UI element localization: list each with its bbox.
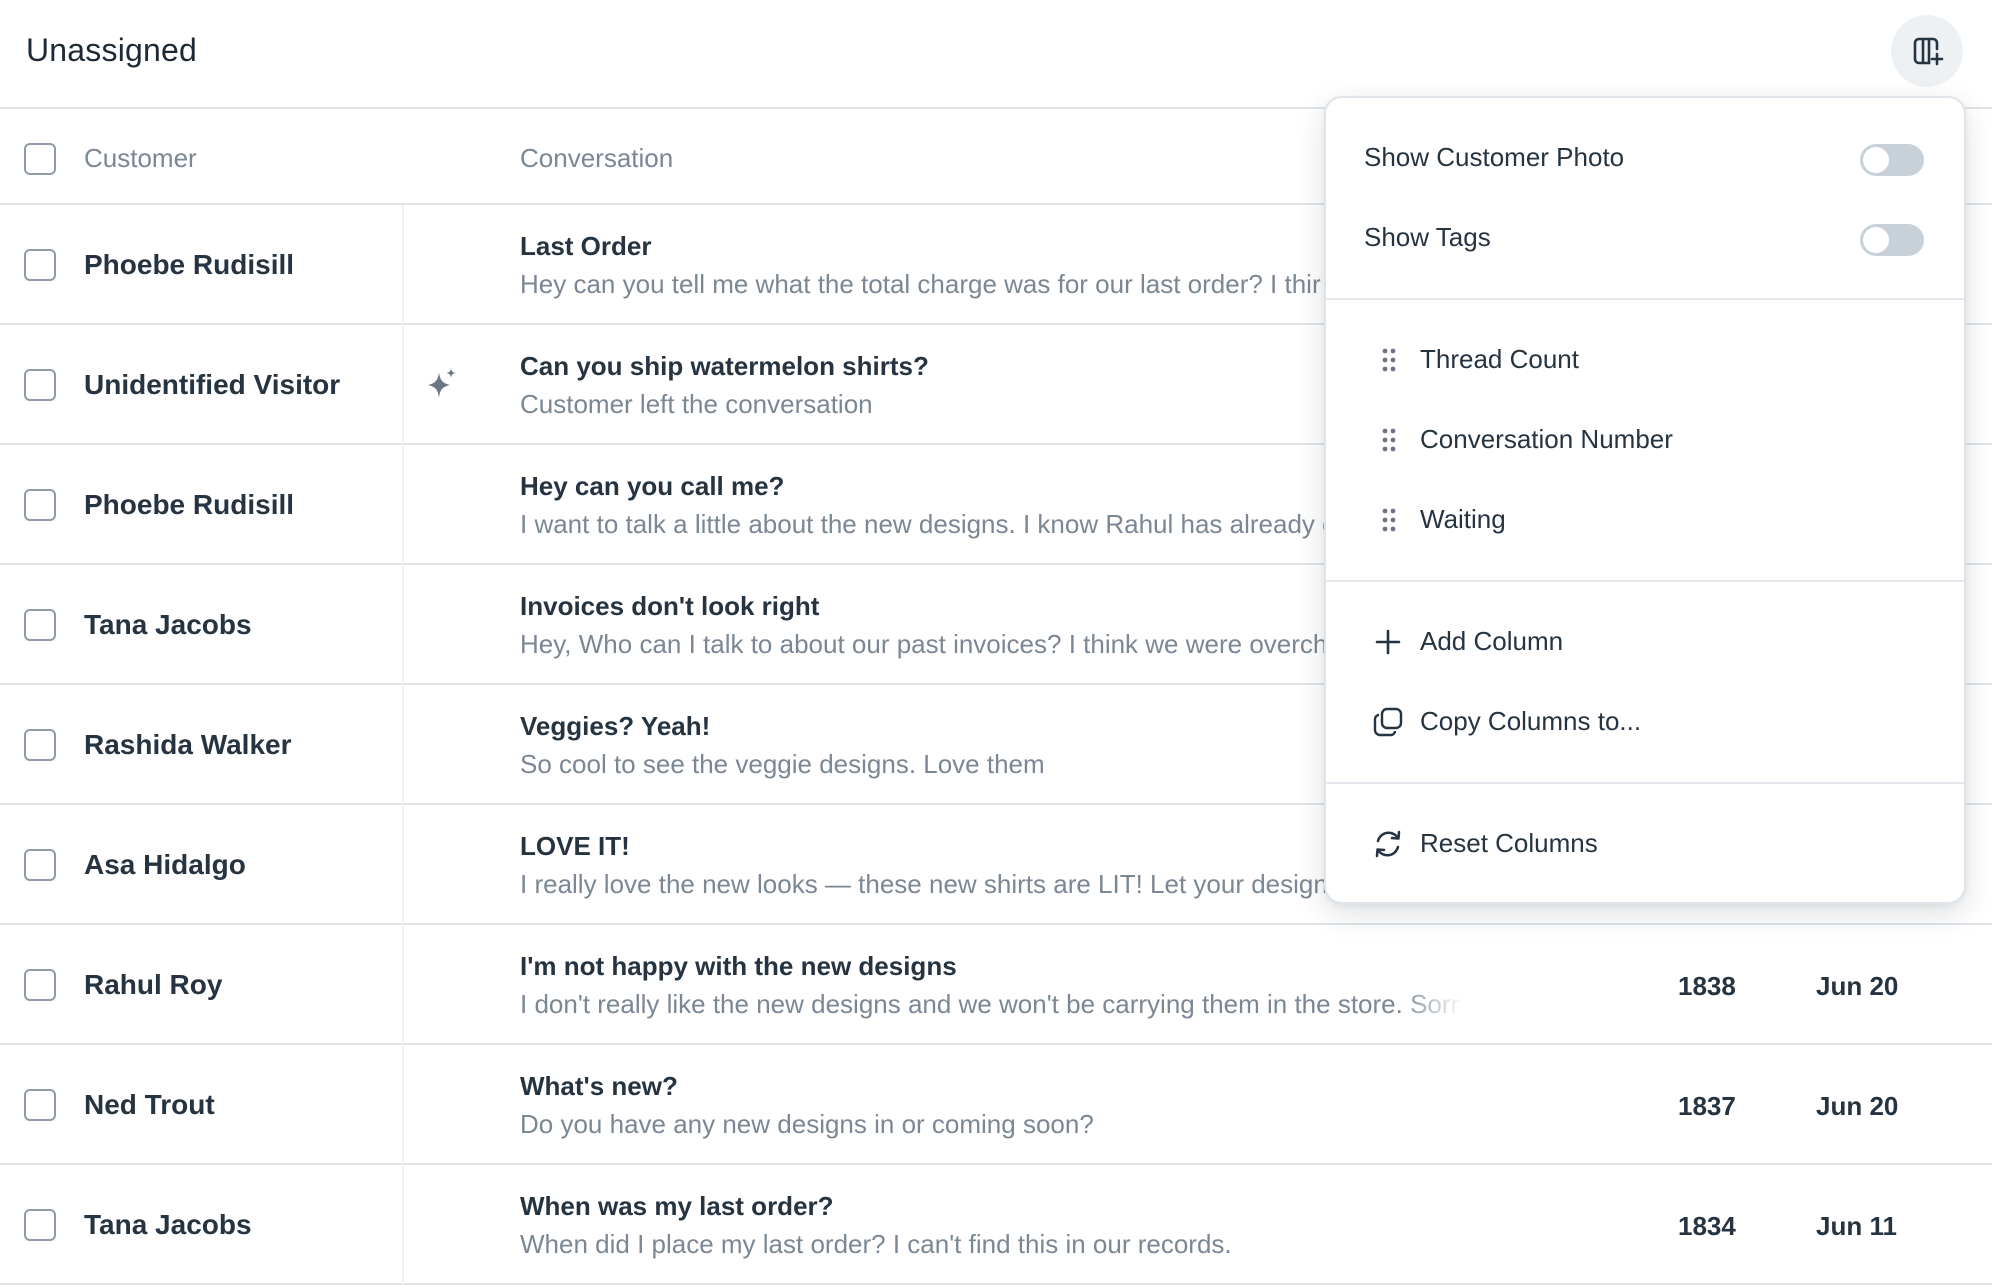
column-item-conversation-number[interactable]: Conversation Number xyxy=(1326,408,1964,472)
column-divider xyxy=(402,805,404,925)
row-checkbox[interactable] xyxy=(24,1089,56,1121)
customer-name: Unidentified Visitor xyxy=(84,369,341,400)
row-checkbox[interactable] xyxy=(24,489,56,521)
add-column-button[interactable]: Add Column xyxy=(1326,610,1964,674)
reset-columns-label: Reset Columns xyxy=(1420,828,1598,858)
column-item-label: Thread Count xyxy=(1420,344,1579,374)
column-divider xyxy=(402,445,404,565)
drag-handle-icon[interactable] xyxy=(1382,348,1396,372)
conversation-number: 1837 xyxy=(1678,1091,1736,1121)
row-checkbox[interactable] xyxy=(24,609,56,641)
columns-button[interactable] xyxy=(1891,15,1963,87)
tags-toggle[interactable] xyxy=(1860,224,1924,256)
conversation-subject: What's new? xyxy=(520,1071,678,1101)
customer-name: Phoebe Rudisill xyxy=(84,489,295,520)
customer-name: Tana Jacobs xyxy=(84,1209,252,1240)
column-header-conversation[interactable]: Conversation xyxy=(520,143,673,174)
column-item-thread-count[interactable]: Thread Count xyxy=(1326,328,1964,392)
conversation-subject: Invoices don't look right xyxy=(520,591,820,621)
page-title: Unassigned xyxy=(26,32,197,68)
customer-name: Ned Trout xyxy=(84,1089,215,1120)
columns-add-icon xyxy=(1913,37,1944,66)
header: Unassigned xyxy=(0,0,1992,109)
conversation-subject: When was my last order? xyxy=(520,1191,834,1221)
conversation-subject: Hey can you call me? xyxy=(520,471,785,501)
toggle-item-customer-photo[interactable]: Show Customer Photo xyxy=(1326,126,1964,190)
sparkle-icon xyxy=(428,368,456,398)
conversation-date: Jun 20 xyxy=(1816,1091,1899,1121)
toggle-label: Show Customer Photo xyxy=(1364,142,1625,172)
add-column-label: Add Column xyxy=(1420,626,1564,656)
menu-divider xyxy=(1326,298,1964,300)
copy-columns-label: Copy Columns to... xyxy=(1420,706,1642,736)
toggle-label: Show Tags xyxy=(1364,222,1491,252)
column-divider xyxy=(402,1045,404,1165)
customer-name: Rashida Walker xyxy=(84,729,292,760)
conversation-preview: When did I place my last order? I can't … xyxy=(520,1229,1232,1259)
table-row[interactable]: Rahul Roy I'm not happy with the new des… xyxy=(0,925,1992,1045)
row-checkbox[interactable] xyxy=(24,969,56,1001)
customer-photo-toggle[interactable] xyxy=(1860,144,1924,176)
menu-divider xyxy=(1326,782,1964,784)
row-checkbox[interactable] xyxy=(24,249,56,281)
table-row[interactable]: Tana Jacobs When was my last order? When… xyxy=(0,1165,1992,1285)
conversation-subject: Can you ship watermelon shirts? xyxy=(520,351,929,381)
column-item-label: Conversation Number xyxy=(1420,424,1673,454)
conversation-subject: LOVE IT! xyxy=(520,831,630,861)
customer-name: Tana Jacobs xyxy=(84,609,252,640)
drag-handle-icon[interactable] xyxy=(1382,428,1396,452)
customer-name: Asa Hidalgo xyxy=(84,849,246,880)
column-divider xyxy=(402,325,404,445)
row-checkbox[interactable] xyxy=(24,369,56,401)
row-checkbox[interactable] xyxy=(24,1209,56,1241)
column-divider xyxy=(402,925,404,1045)
menu-divider xyxy=(1326,580,1964,582)
table-row[interactable]: Ned Trout What's new? Do you have any ne… xyxy=(0,1045,1992,1165)
row-checkbox[interactable] xyxy=(24,849,56,881)
drag-handle-icon[interactable] xyxy=(1382,508,1396,532)
copy-icon xyxy=(1373,707,1403,737)
column-divider xyxy=(402,565,404,685)
column-item-waiting[interactable]: Waiting xyxy=(1326,488,1964,552)
column-divider xyxy=(402,1165,404,1285)
plus-icon xyxy=(1375,629,1401,655)
reset-columns-button[interactable]: Reset Columns xyxy=(1326,812,1964,876)
copy-columns-button[interactable]: Copy Columns to... xyxy=(1326,690,1964,754)
conversation-preview: Do you have any new designs in or coming… xyxy=(520,1109,1094,1139)
customer-name: Rahul Roy xyxy=(84,969,223,1000)
column-divider xyxy=(402,205,404,325)
conversation-preview: I don't really like the new designs and … xyxy=(520,989,1460,1019)
select-all-checkbox[interactable] xyxy=(24,143,56,175)
column-divider xyxy=(402,685,404,805)
reset-icon xyxy=(1375,830,1401,858)
row-checkbox[interactable] xyxy=(24,729,56,761)
customer-name: Phoebe Rudisill xyxy=(84,249,295,280)
conversation-number: 1838 xyxy=(1678,971,1736,1001)
inbox-page: Unassigned Customer Conversation Phoebe … xyxy=(0,0,1992,1286)
conversation-date: Jun 20 xyxy=(1816,971,1899,1001)
conversation-number: 1834 xyxy=(1678,1211,1736,1241)
column-header-customer[interactable]: Customer xyxy=(84,143,197,174)
conversation-date: Jun 11 xyxy=(1816,1211,1897,1241)
conversation-subject: Veggies? Yeah! xyxy=(520,711,711,741)
conversation-subject: Last Order xyxy=(520,231,652,261)
column-item-label: Waiting xyxy=(1420,504,1506,534)
columns-menu: Show Customer Photo Show Tags Thread Cou… xyxy=(1324,96,1966,904)
toggle-item-tags[interactable]: Show Tags xyxy=(1326,206,1964,270)
conversation-subject: I'm not happy with the new designs xyxy=(520,951,957,981)
